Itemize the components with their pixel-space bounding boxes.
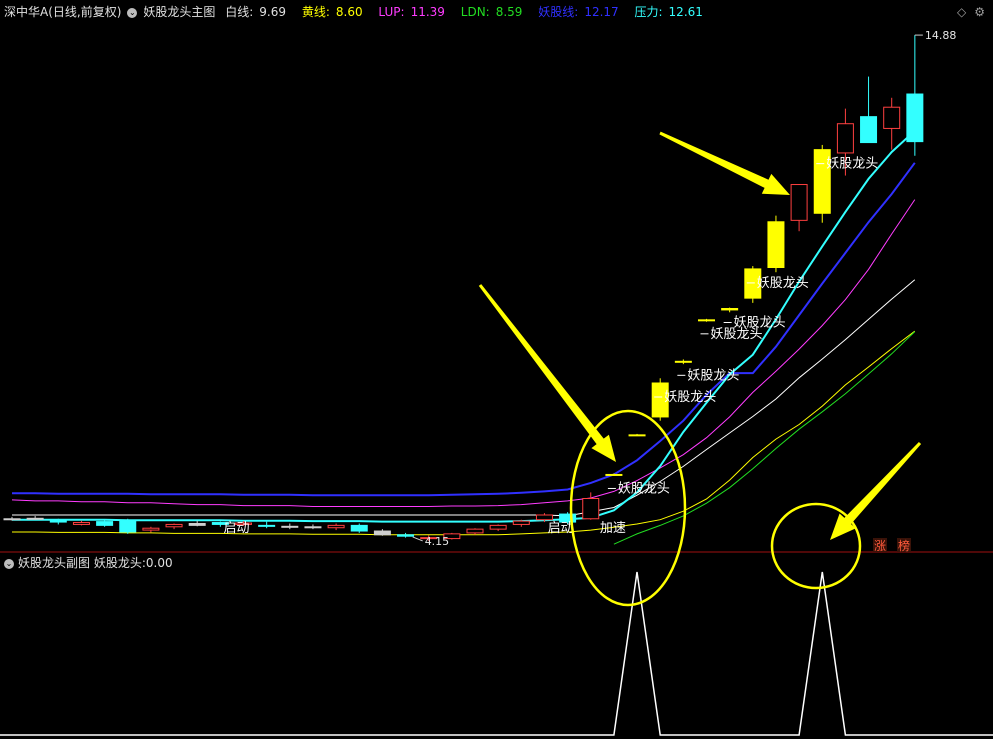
- candle-body: [258, 524, 276, 527]
- candle-body: [489, 524, 507, 530]
- sub-indicator-name[interactable]: 妖股龙头副图: [18, 556, 90, 570]
- candle-body: [721, 308, 739, 311]
- badge-label: 榜: [898, 538, 910, 553]
- candle-body: [582, 498, 600, 520]
- candle-body: [512, 520, 530, 525]
- diamond-icon[interactable]: ◇: [957, 5, 966, 19]
- candle-body: [674, 360, 692, 363]
- signal-label: 启动: [224, 521, 250, 536]
- candle-body: [628, 434, 646, 437]
- badge-label: 涨: [874, 538, 886, 553]
- candle-body: [790, 184, 808, 221]
- candle-body: [767, 221, 785, 268]
- chevron-down-icon[interactable]: ⌄: [127, 8, 138, 18]
- candle-body: [373, 530, 391, 536]
- candle-body: [605, 473, 623, 476]
- kline-chart[interactable]: 启动 启动妖股龙头加速妖股龙头妖股龙头妖股龙头妖股龙头妖股龙头妖股龙头 14.88…: [0, 0, 993, 739]
- signal-label: 妖股龙头: [664, 390, 716, 405]
- sub-value: 0.00: [145, 556, 173, 570]
- candle-body: [188, 522, 206, 526]
- signal-label: 加速: [600, 521, 626, 536]
- candle-body: [350, 524, 368, 532]
- signal-label: 妖股龙头: [734, 316, 786, 331]
- max-price-label: 14.88: [925, 29, 957, 42]
- candle-body: [26, 517, 44, 520]
- candle-body: [119, 520, 137, 533]
- candle-body: [698, 319, 715, 322]
- candle-body: [72, 522, 90, 525]
- candle-body: [165, 523, 183, 528]
- sub-value-label: 妖股龙头:: [93, 556, 146, 570]
- candle-body: [327, 524, 345, 529]
- signal-label: 妖股龙头: [687, 368, 739, 383]
- value-yellow: 黄线: 8.60: [301, 5, 363, 19]
- candle-body: [906, 93, 924, 143]
- candle-body: [304, 526, 322, 529]
- candle-body: [836, 123, 854, 154]
- candle-body: [142, 527, 160, 531]
- stock-name[interactable]: 深中华A(日线,前复权): [4, 5, 121, 19]
- candle-body: [535, 514, 553, 521]
- value-pressure: 压力: 12.61: [634, 5, 703, 19]
- signal-label: 启动: [548, 521, 574, 536]
- signal-label: 妖股龙头: [826, 157, 878, 172]
- candle-body: [860, 116, 878, 144]
- corner-icons: ◇ ⚙: [949, 5, 985, 19]
- signal-label: 妖股龙头: [618, 481, 670, 496]
- min-price-label: 4.15: [425, 535, 450, 548]
- value-white: 白线: 9.69: [225, 5, 286, 19]
- chevron-down-icon[interactable]: ⌄: [4, 559, 14, 569]
- value-demon: 妖股线: 12.17: [538, 5, 619, 19]
- settings-icon[interactable]: ⚙: [974, 5, 985, 19]
- value-ldn: LDN: 8.59: [460, 5, 523, 19]
- main-header: 深中华A(日线,前复权) ⌄ 妖股龙头主图 白线: 9.69 黄线: 8.60 LUP:…: [4, 4, 715, 20]
- candle-body: [883, 106, 901, 129]
- candle-body: [397, 534, 415, 537]
- value-lup: LUP: 11.39: [378, 5, 445, 19]
- sub-header: ⌄ 妖股龙头副图 妖股龙头:0.00: [4, 555, 173, 571]
- candle-body: [49, 519, 67, 523]
- candle-body: [96, 521, 114, 526]
- candle-body: [466, 528, 484, 534]
- candle-body: [281, 525, 299, 528]
- indicator-name[interactable]: 妖股龙头主图: [143, 5, 215, 19]
- signal-label: 妖股龙头: [757, 276, 809, 291]
- candle-body: [3, 518, 21, 521]
